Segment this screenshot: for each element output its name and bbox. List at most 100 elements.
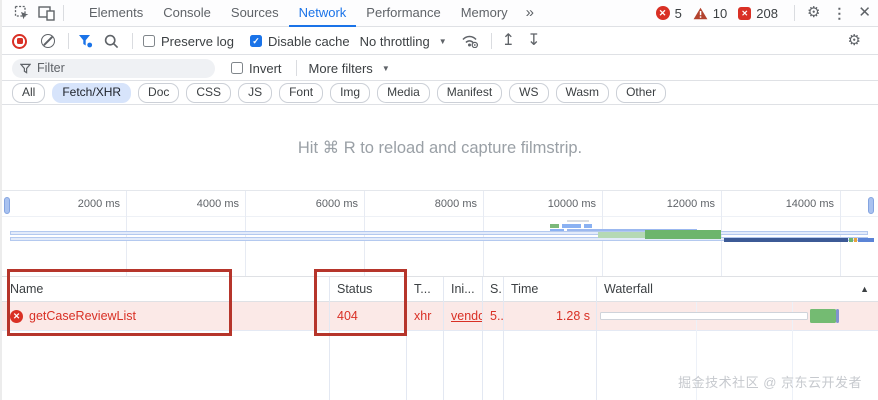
overview-waterfall-bar <box>645 230 721 239</box>
column-header-ini[interactable]: Ini... <box>443 277 482 301</box>
tab-performance[interactable]: Performance <box>356 0 450 27</box>
search-icon[interactable] <box>104 34 119 49</box>
overview-waterfall-bar <box>849 238 853 242</box>
disable-cache-checkbox[interactable]: ✓ <box>249 35 262 47</box>
column-divider[interactable] <box>482 277 483 400</box>
overview-waterfall-bar <box>724 238 848 242</box>
filter-chip-img[interactable]: Img <box>330 83 371 103</box>
warning-count: 10 <box>712 5 728 21</box>
throttling-select[interactable]: No throttling ▼ <box>360 34 447 49</box>
filter-input[interactable]: Filter <box>12 58 215 78</box>
column-header-t[interactable]: T... <box>406 277 443 301</box>
row-cell-time[interactable]: 1.28 s <box>503 302 596 330</box>
invert-checkbox[interactable] <box>231 62 243 74</box>
filter-chip-all[interactable]: All <box>12 83 46 103</box>
timeline-overview[interactable]: 2000 ms 4000 ms 6000 ms 8000 ms 10000 ms 1200… <box>2 190 878 277</box>
network-settings-gear-icon[interactable]: ⚙ <box>841 28 868 54</box>
overview-waterfall-bar <box>10 231 868 235</box>
watermark-text: 掘金技术社区 @ 京东云开发者 <box>678 375 862 390</box>
column-divider[interactable] <box>503 277 504 400</box>
filter-toggle-icon[interactable] <box>78 34 93 48</box>
tab-network[interactable]: Network <box>289 0 357 27</box>
network-toolbar: Preserve log ✓ Disable cache No throttli… <box>2 28 878 55</box>
column-divider[interactable] <box>443 277 444 400</box>
filmstrip-hint-message: Hit ⌘ R to reload and capture filmstrip. <box>2 106 878 190</box>
request-type-filters: All Fetch/XHR Doc CSS JS Font Img Media Manifest… <box>2 82 878 105</box>
filter-chip-js[interactable]: JS <box>238 83 273 103</box>
overview-waterfall-bar <box>562 224 581 228</box>
overview-right-handle[interactable] <box>868 197 874 214</box>
column-header-s[interactable]: S. <box>482 277 503 301</box>
close-icon[interactable]: ✕ <box>851 0 878 26</box>
divider <box>295 60 297 76</box>
more-filters-label: More filters <box>308 60 373 76</box>
timeline-tick-label: 2000 ms <box>77 198 120 210</box>
error-count: 5 <box>674 5 682 21</box>
timeline-tick-label: 8000 ms <box>434 198 477 210</box>
more-options-icon[interactable]: ⋮ <box>827 0 851 26</box>
filter-chip-manifest[interactable]: Manifest <box>436 83 503 103</box>
waterfall-segment <box>836 309 839 323</box>
overview-waterfall-bar <box>598 232 645 238</box>
column-header-waterfall[interactable]: Waterfall <box>596 277 878 301</box>
import-har-icon[interactable]: ↥ <box>502 33 515 49</box>
divider <box>793 5 795 21</box>
clear-button[interactable] <box>41 34 55 48</box>
overview-waterfall-bar <box>858 238 874 242</box>
filter-chip-doc[interactable]: Doc <box>138 83 180 103</box>
funnel-icon <box>20 63 31 74</box>
filter-chip-wasm[interactable]: Wasm <box>555 83 610 103</box>
divider <box>490 33 492 49</box>
error-icon: ✕ <box>655 6 670 20</box>
overview-waterfall-bar <box>550 224 559 228</box>
preserve-log-checkbox[interactable] <box>143 35 155 47</box>
column-header-time[interactable]: Time <box>503 277 596 301</box>
invert-label: Invert <box>249 60 282 76</box>
filter-chip-other[interactable]: Other <box>616 83 667 103</box>
chevron-down-icon: ▼ <box>438 36 447 46</box>
filter-chip-media[interactable]: Media <box>377 83 430 103</box>
throttling-value: No throttling <box>359 33 430 49</box>
overview-left-handle[interactable] <box>4 197 10 214</box>
export-har-icon[interactable]: ↧ <box>527 33 540 49</box>
more-filters-button[interactable]: More filters ▼ <box>309 61 390 76</box>
timeline-tick-label: 4000 ms <box>196 198 239 210</box>
overview-divider-line <box>2 216 878 217</box>
row-cell-text: 5... <box>490 309 503 323</box>
more-tabs-button[interactable]: » <box>518 0 542 26</box>
filter-chip-font[interactable]: Font <box>279 83 324 103</box>
timeline-tick-label: 14000 ms <box>785 198 834 210</box>
warning-count-badge[interactable]: 10 <box>693 6 727 21</box>
overview-waterfall-bar <box>854 238 857 242</box>
row-cell-text: 1.28 s <box>555 309 590 323</box>
annotation-box-1 <box>7 269 232 336</box>
tab-sources[interactable]: Sources <box>221 0 289 27</box>
row-cell-type[interactable]: xhr <box>406 302 443 330</box>
row-cell-initiator[interactable]: vendo <box>443 302 482 330</box>
timeline-tick-label: 6000 ms <box>315 198 358 210</box>
divider <box>68 33 69 49</box>
filter-chip-fetch-xhr[interactable]: Fetch/XHR <box>52 83 132 103</box>
tab-console[interactable]: Console <box>153 0 221 27</box>
row-cell-size[interactable]: 5... <box>482 302 503 330</box>
settings-gear-icon[interactable]: ⚙ <box>800 0 827 26</box>
inspect-element-icon[interactable] <box>10 3 34 23</box>
issues-count-badge[interactable]: ✕ 208 <box>738 6 778 21</box>
timeline-tick-label: 10000 ms <box>547 198 596 210</box>
overview-waterfall-bar <box>567 220 589 222</box>
column-divider[interactable] <box>596 277 597 400</box>
device-toolbar-icon[interactable] <box>34 3 58 23</box>
tab-elements[interactable]: Elements <box>79 0 153 27</box>
divider <box>63 5 64 21</box>
error-count-badge[interactable]: ✕ 5 <box>655 5 682 21</box>
filter-chip-ws[interactable]: WS <box>509 83 549 103</box>
warning-icon <box>693 7 708 20</box>
tab-memory[interactable]: Memory <box>451 0 518 27</box>
issues-count: 208 <box>756 5 778 21</box>
filter-placeholder: Filter <box>37 61 65 75</box>
row-cell-text: vendo <box>451 309 482 323</box>
filter-chip-css[interactable]: CSS <box>186 83 232 103</box>
network-conditions-icon[interactable] <box>461 34 479 48</box>
overview-waterfall-bar <box>584 224 592 228</box>
record-button[interactable] <box>12 33 27 49</box>
